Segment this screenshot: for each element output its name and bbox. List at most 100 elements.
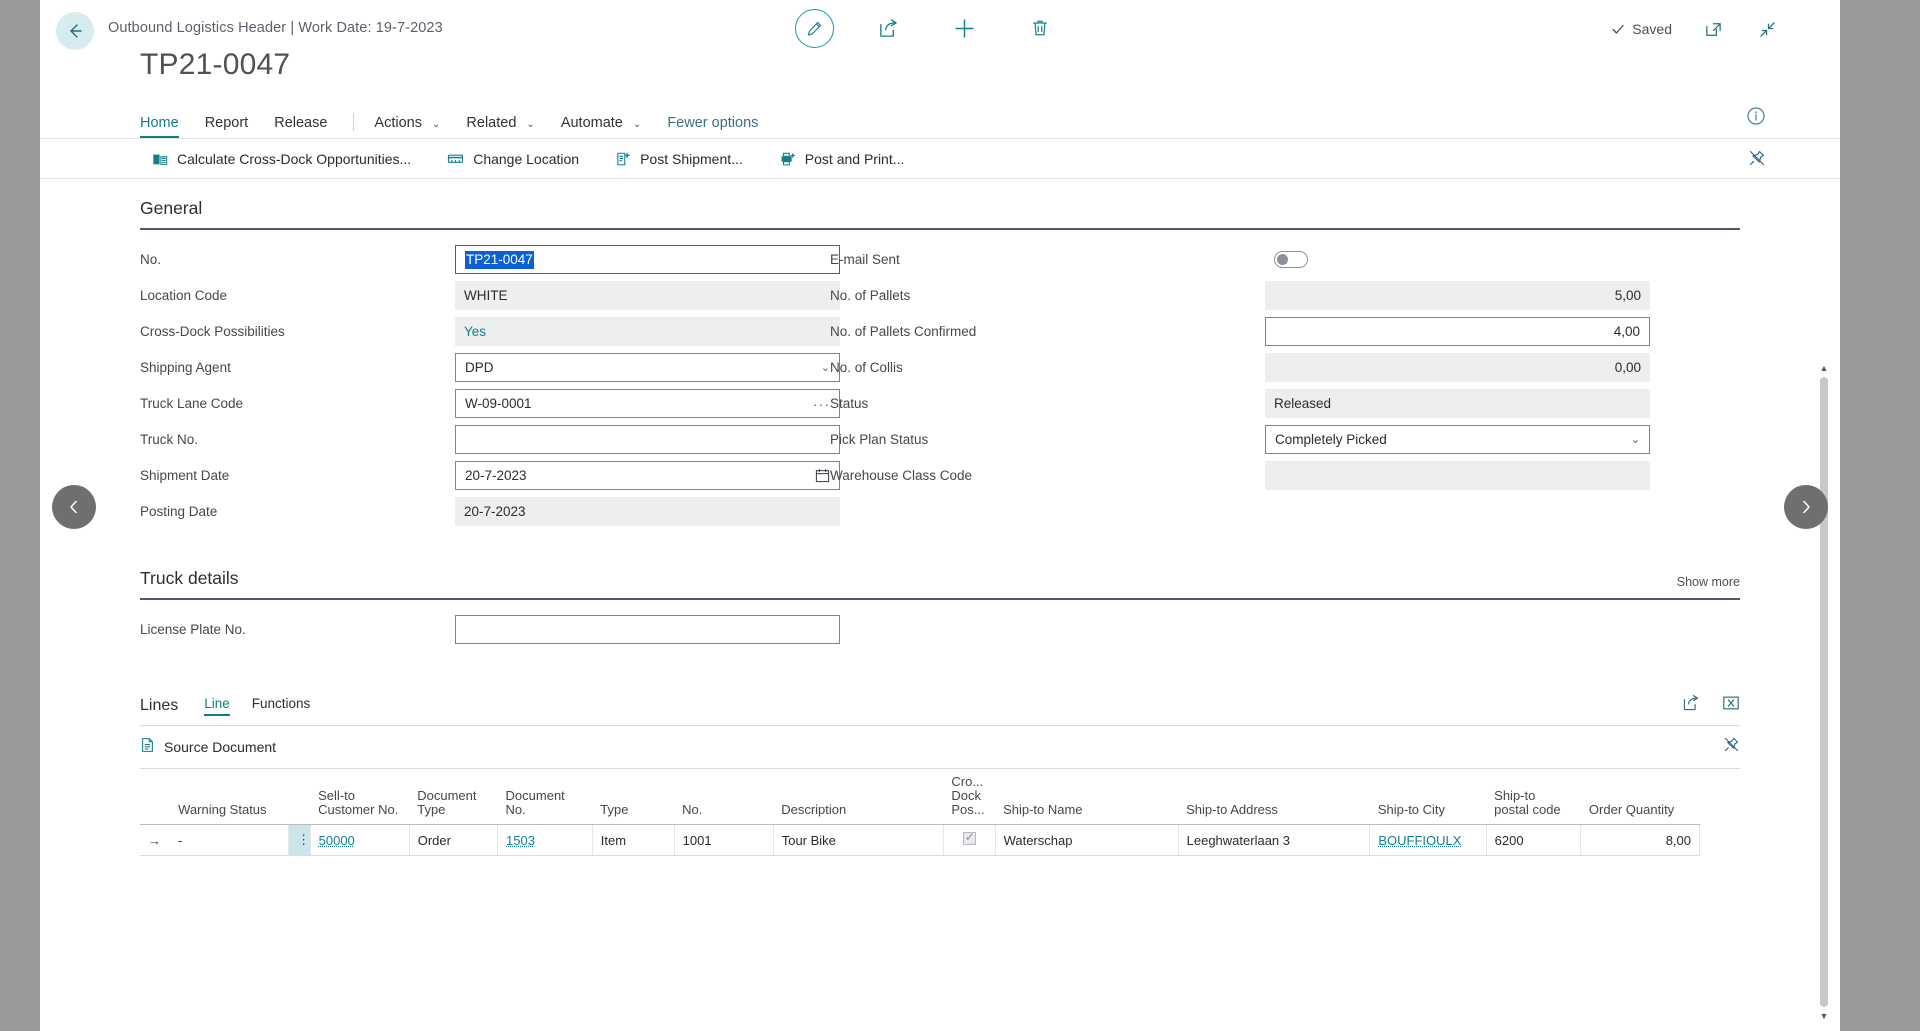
status-value[interactable]: Released bbox=[1265, 389, 1650, 418]
no-of-collis-value[interactable]: 0,00 bbox=[1265, 353, 1650, 382]
cell-no[interactable]: 1001 bbox=[674, 824, 774, 856]
col-ship-to-name[interactable]: Ship-to Name bbox=[995, 769, 1179, 825]
lines-table: Warning Status Sell-to Customer No. Docu… bbox=[140, 769, 1700, 856]
field-label: No. of Collis bbox=[830, 360, 903, 375]
cell-description[interactable]: Tour Bike bbox=[773, 824, 944, 856]
cross-dock-possibilities-value-cell[interactable]: Yes bbox=[455, 317, 840, 346]
action-post-shipment[interactable]: Post Shipment... bbox=[615, 151, 743, 167]
field-label: Truck Lane Code bbox=[140, 396, 244, 411]
col-sell-to-customer-no[interactable]: Sell-to Customer No. bbox=[310, 769, 410, 825]
back-button[interactable] bbox=[56, 12, 94, 50]
tab-automate[interactable]: Automate ⌄ bbox=[561, 115, 642, 138]
tab-home[interactable]: Home bbox=[140, 115, 179, 138]
row-selector-arrow[interactable]: → bbox=[140, 824, 171, 856]
col-no[interactable]: No. bbox=[674, 769, 774, 825]
trash-delete-icon[interactable] bbox=[1018, 6, 1062, 50]
document-no-link[interactable]: 1503 bbox=[506, 833, 535, 848]
col-cross-dock-possibility[interactable]: Cro... Dock Pos... bbox=[943, 769, 996, 825]
cell-sell-to-customer-no[interactable]: 50000 bbox=[310, 824, 410, 856]
no-of-pallets-value[interactable]: 5,00 bbox=[1265, 281, 1650, 310]
location-code-value[interactable]: WHITE bbox=[455, 281, 840, 310]
saved-label: Saved bbox=[1632, 21, 1672, 37]
section-header-truck-details: Truck details Show more bbox=[140, 568, 1740, 589]
scroll-up-arrow[interactable]: ▲ bbox=[1818, 361, 1830, 375]
cell-document-no[interactable]: 1503 bbox=[497, 824, 593, 856]
col-type[interactable]: Type bbox=[592, 769, 675, 825]
lookup-ellipsis-icon[interactable]: ··· bbox=[813, 396, 830, 412]
cell-cross-dock-possibility[interactable] bbox=[943, 824, 996, 856]
unpin-icon[interactable] bbox=[1723, 736, 1740, 758]
saved-status[interactable]: Saved bbox=[1611, 21, 1672, 37]
no-of-pallets-confirmed-input[interactable]: 4,00 bbox=[1265, 317, 1650, 346]
show-more-link[interactable]: Show more bbox=[1677, 575, 1740, 589]
calendar-icon[interactable] bbox=[815, 468, 830, 483]
content-scrollbar[interactable]: ▲ ▼ bbox=[1818, 361, 1830, 1023]
col-ship-to-city[interactable]: Ship-to City bbox=[1369, 769, 1487, 825]
cell-document-type[interactable]: Order bbox=[409, 824, 499, 856]
cell-ship-to-name[interactable]: Waterschap bbox=[995, 824, 1179, 856]
cross-dock-possibilities-link[interactable]: Yes bbox=[464, 324, 486, 339]
action-post-and-print[interactable]: Post and Print... bbox=[779, 151, 904, 167]
shipment-date-input[interactable]: 20-7-2023 bbox=[455, 461, 840, 490]
license-plate-no-input[interactable] bbox=[455, 615, 840, 644]
field-label: No. bbox=[140, 252, 162, 267]
col-order-quantity[interactable]: Order Quantity bbox=[1580, 769, 1700, 825]
open-in-new-window-icon[interactable] bbox=[1700, 16, 1726, 42]
unpin-icon[interactable] bbox=[1748, 149, 1766, 172]
chevron-down-icon[interactable]: ⌄ bbox=[1631, 433, 1640, 446]
open-in-excel-icon[interactable] bbox=[1722, 694, 1740, 717]
lines-subtab-label: Line bbox=[204, 695, 230, 711]
cell-warning-status[interactable]: - bbox=[170, 824, 290, 856]
truck-lane-code-value: W-09-0001 bbox=[465, 396, 532, 411]
warehouse-class-code-value[interactable] bbox=[1265, 461, 1650, 490]
shipping-agent-dropdown[interactable]: DPD ⌄ bbox=[455, 353, 840, 382]
action-calculate-cross-dock-opportunities[interactable]: Calculate Cross-Dock Opportunities... bbox=[152, 151, 411, 167]
share-icon[interactable] bbox=[866, 6, 910, 50]
tab-release[interactable]: Release bbox=[274, 115, 327, 138]
sell-to-customer-no-link[interactable]: 50000 bbox=[319, 833, 355, 848]
truck-lane-code-input[interactable]: W-09-0001 ··· bbox=[455, 389, 840, 418]
ship-to-city-link[interactable]: BOUFFIOULX bbox=[1378, 833, 1461, 848]
tab-home-label: Home bbox=[140, 115, 179, 131]
pencil-edit-icon[interactable] bbox=[795, 8, 834, 48]
scroll-down-arrow[interactable]: ▼ bbox=[1818, 1009, 1830, 1023]
cell-type[interactable]: Item bbox=[592, 824, 675, 856]
tab-actions[interactable]: Actions ⌄ bbox=[374, 115, 440, 138]
next-record-button[interactable] bbox=[1784, 485, 1828, 529]
lines-subtab-functions[interactable]: Functions bbox=[252, 696, 311, 716]
cell-ship-to-postal-code[interactable]: 6200 bbox=[1486, 824, 1582, 856]
col-description[interactable]: Description bbox=[773, 769, 944, 825]
col-ship-to-address[interactable]: Ship-to Address bbox=[1178, 769, 1370, 825]
share-icon[interactable] bbox=[1682, 694, 1700, 717]
email-sent-toggle[interactable] bbox=[1274, 251, 1308, 268]
chevron-down-icon[interactable]: ⌄ bbox=[821, 361, 830, 374]
lines-subtab-line[interactable]: Line bbox=[204, 696, 230, 716]
tab-separator bbox=[353, 113, 355, 131]
table-row[interactable]: → - ⋮ 50000 Order 1503 Item 1001 Tour Bi… bbox=[140, 824, 1700, 856]
general-left-column: No. TP21-0047 Location Code WHITE Cross-… bbox=[40, 244, 840, 532]
truck-no-input[interactable] bbox=[455, 425, 840, 454]
col-warning-status[interactable]: Warning Status bbox=[170, 769, 289, 825]
collapse-arrows-icon[interactable] bbox=[1754, 16, 1780, 42]
no-input[interactable]: TP21-0047 bbox=[455, 245, 840, 274]
col-ship-to-postal-code[interactable]: Ship-to postal code bbox=[1486, 769, 1581, 825]
cell-ship-to-address[interactable]: Leeghwaterlaan 3 bbox=[1178, 824, 1371, 856]
posting-date-value[interactable]: 20-7-2023 bbox=[455, 497, 840, 526]
shipping-agent-value: DPD bbox=[465, 360, 494, 375]
cell-order-quantity[interactable]: 8,00 bbox=[1580, 824, 1700, 856]
pick-plan-status-dropdown[interactable]: Completely Picked ⌄ bbox=[1265, 425, 1650, 454]
scrollbar-thumb[interactable] bbox=[1820, 377, 1828, 1007]
previous-record-button[interactable] bbox=[52, 485, 96, 529]
row-menu-icon[interactable]: ⋮ bbox=[288, 824, 311, 856]
source-document-label[interactable]: Source Document bbox=[164, 739, 276, 755]
tab-report[interactable]: Report bbox=[205, 115, 249, 138]
info-circle-icon[interactable] bbox=[1746, 106, 1766, 126]
field-email-sent: E-mail Sent bbox=[830, 244, 1650, 275]
tab-fewer-options[interactable]: Fewer options bbox=[667, 115, 758, 138]
action-change-location[interactable]: Change Location bbox=[447, 151, 579, 167]
cell-ship-to-city[interactable]: BOUFFIOULX bbox=[1369, 824, 1487, 856]
col-document-no[interactable]: Document No. bbox=[497, 769, 593, 825]
tab-related[interactable]: Related ⌄ bbox=[466, 115, 534, 138]
plus-new-icon[interactable] bbox=[942, 6, 986, 50]
col-document-type[interactable]: Document Type bbox=[409, 769, 498, 825]
